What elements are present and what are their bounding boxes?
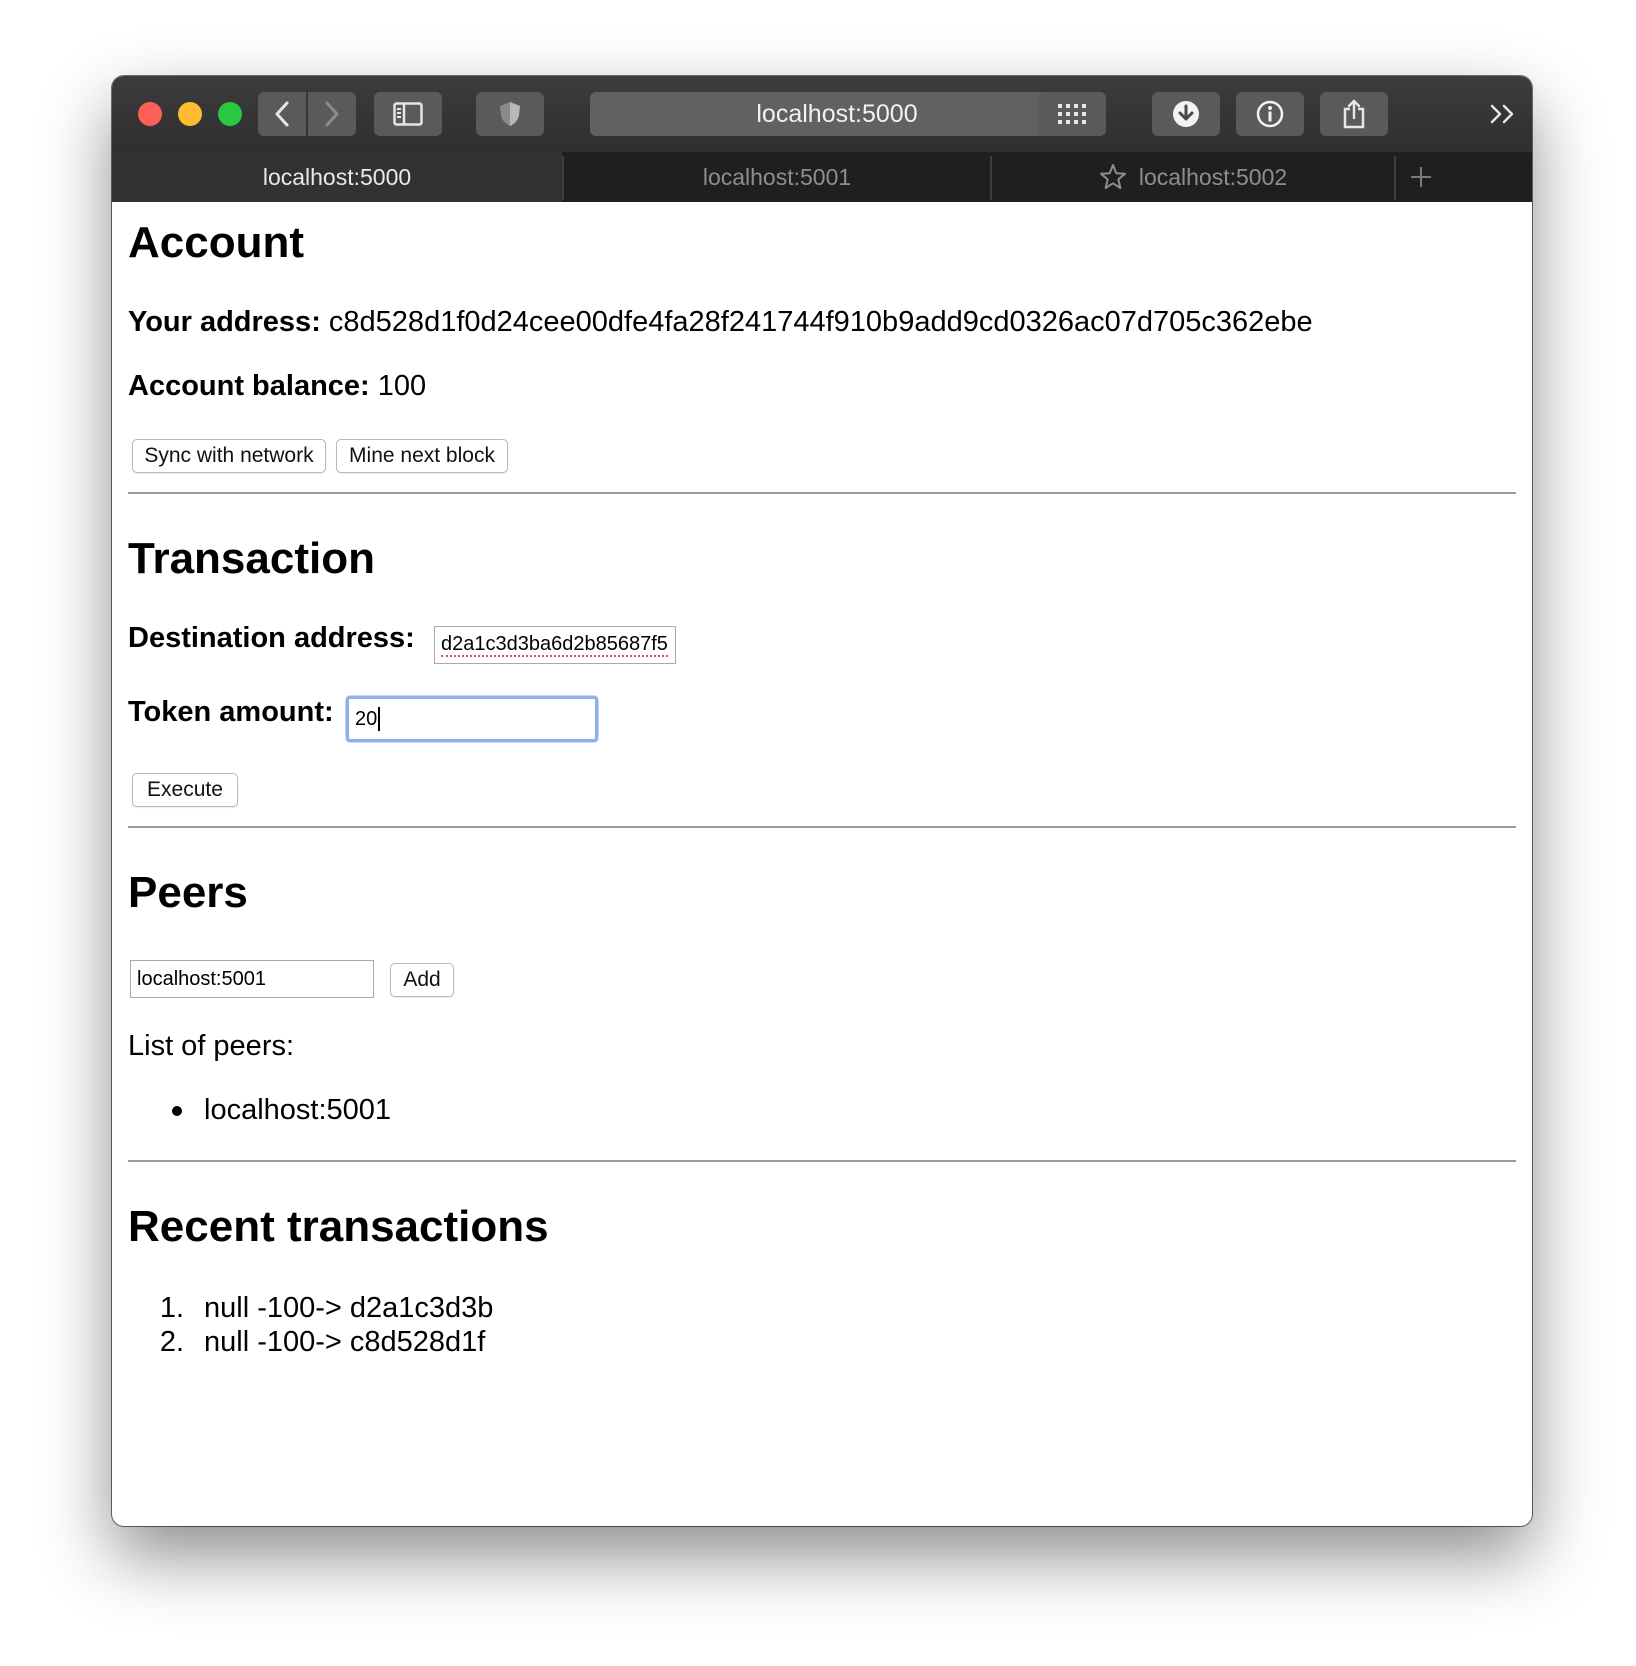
forward-button[interactable] [308, 92, 356, 136]
close-window-button[interactable] [138, 102, 162, 126]
plus-icon [1411, 167, 1431, 187]
token-amount-input[interactable]: 20 [346, 696, 598, 742]
recent-transactions-heading: Recent transactions [128, 1202, 549, 1251]
tab-overview-button[interactable] [1038, 92, 1106, 136]
transaction-item: null -100-> c8d528d1f [204, 1326, 486, 1358]
privacy-report-button[interactable] [476, 92, 544, 136]
divider [128, 826, 1516, 828]
sidebar-icon [393, 102, 423, 126]
address-value: c8d528d1f0d24cee00dfe4fa28f241744f910b9a… [328, 306, 1313, 338]
sync-with-network-button[interactable]: Sync with network [132, 439, 326, 473]
address-label: Your address: [128, 306, 321, 338]
tab-bar: localhost:5000 localhost:5001 localhost:… [112, 152, 1532, 202]
execute-button[interactable]: Execute [132, 773, 238, 807]
peer-address-value: localhost:5001 [137, 967, 266, 990]
recent-transactions-list: 1. null -100-> d2a1c3d3b 2. null -100-> … [154, 1292, 754, 1360]
downloads-button[interactable] [1152, 92, 1220, 136]
new-tab-button[interactable] [1396, 152, 1446, 202]
destination-address-input[interactable]: d2a1c3d3ba6d2b85687f5 [434, 626, 676, 664]
grid-icon [1058, 104, 1086, 124]
balance-row: Account balance: 100 [128, 370, 426, 403]
browser-window: localhost:5000 localhost:5000 localhost:… [112, 76, 1532, 1526]
account-heading: Account [128, 218, 304, 267]
divider [128, 492, 1516, 494]
info-button[interactable] [1236, 92, 1304, 136]
star-icon [1099, 164, 1126, 189]
list-of-peers-label: List of peers: [128, 1030, 295, 1062]
tab-label: localhost:5002 [1138, 163, 1288, 190]
bullet-icon [172, 1106, 182, 1116]
transaction-item: null -100-> d2a1c3d3b [204, 1292, 494, 1324]
chevron-left-icon [275, 101, 289, 127]
amount-label: Token amount: [128, 696, 334, 728]
destination-label: Destination address: [128, 622, 415, 654]
add-peer-button[interactable]: Add [390, 963, 454, 997]
tab-localhost-5002[interactable]: localhost:5002 [992, 152, 1394, 202]
chevron-right-icon [325, 101, 339, 127]
download-icon [1173, 101, 1199, 127]
minimize-window-button[interactable] [178, 102, 202, 126]
mine-next-block-button[interactable]: Mine next block [336, 439, 508, 473]
tab-label: localhost:5001 [702, 163, 852, 190]
destination-address-value: d2a1c3d3ba6d2b85687f5 [441, 633, 668, 657]
address-bar-url: localhost:5000 [756, 99, 918, 128]
shield-icon [500, 102, 520, 126]
token-amount-value: 20 [355, 707, 378, 730]
sidebar-toggle-button[interactable] [374, 92, 442, 136]
peer-address-input[interactable]: localhost:5001 [130, 960, 374, 998]
more-toolbar-items-icon[interactable] [1488, 98, 1522, 130]
transaction-heading: Transaction [128, 534, 375, 583]
peer-item: localhost:5001 [204, 1094, 392, 1126]
divider [128, 1160, 1516, 1162]
tab-label: localhost:5000 [262, 163, 412, 190]
list-item: 1. null -100-> d2a1c3d3b [154, 1292, 754, 1326]
share-button[interactable] [1320, 92, 1388, 136]
item-number: 2. [159, 1326, 184, 1358]
tab-localhost-5001[interactable]: localhost:5001 [564, 152, 990, 202]
peers-heading: Peers [128, 868, 248, 917]
back-button[interactable] [258, 92, 306, 136]
balance-label: Account balance: [128, 370, 370, 402]
zoom-window-button[interactable] [218, 102, 242, 126]
balance-value: 100 [377, 370, 427, 402]
address-row: Your address: c8d528d1f0d24cee00dfe4fa28… [128, 306, 1313, 339]
share-icon [1343, 99, 1365, 129]
item-number: 1. [159, 1292, 184, 1324]
text-caret [378, 707, 381, 731]
list-item: 2. null -100-> c8d528d1f [154, 1326, 754, 1360]
address-bar[interactable]: localhost:5000 [590, 92, 1084, 136]
tab-localhost-5000[interactable]: localhost:5000 [112, 152, 562, 202]
info-icon [1256, 100, 1284, 128]
browser-toolbar: localhost:5000 [112, 76, 1532, 152]
